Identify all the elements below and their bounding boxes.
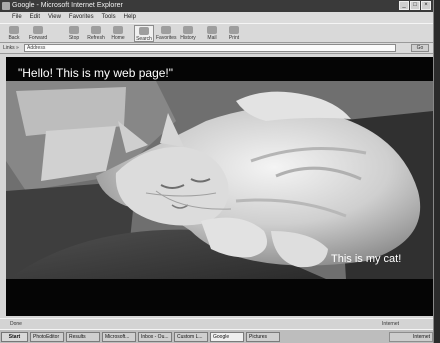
cat-photo — [6, 81, 433, 279]
browser-window: Google - Microsoft Internet Explorer _ □… — [0, 0, 434, 343]
stop-icon — [69, 26, 79, 34]
home-label: Home — [111, 35, 125, 41]
task-results[interactable]: Results — [66, 332, 100, 342]
address-field[interactable]: Address — [24, 44, 396, 52]
forward-arrow-icon — [33, 26, 43, 34]
search-label: Search — [136, 36, 152, 42]
mail-icon — [207, 26, 217, 34]
print-icon — [229, 26, 239, 34]
history-icon — [183, 26, 193, 34]
menu-file[interactable]: File — [12, 12, 22, 23]
menu-edit[interactable]: Edit — [30, 12, 40, 23]
title-bar: Google - Microsoft Internet Explorer _ □… — [0, 0, 433, 12]
refresh-label: Refresh — [87, 35, 105, 41]
window-controls: _ □ × — [399, 1, 431, 10]
forward-label: Forward — [28, 35, 48, 41]
history-label: History — [180, 35, 196, 41]
maximize-button[interactable]: □ — [410, 1, 420, 10]
forward-button[interactable]: Forward — [28, 25, 48, 42]
menu-bar: File Edit View Favorites Tools Help — [0, 12, 433, 23]
home-icon — [113, 26, 123, 34]
search-icon — [139, 27, 149, 35]
mail-button[interactable]: Mail — [202, 25, 222, 42]
page-viewport: "Hello! This is my web page!" This is my… — [6, 57, 433, 316]
task-inbox[interactable]: Inbox - Ou... — [138, 332, 172, 342]
print-label: Print — [228, 35, 240, 41]
window-title: Google - Microsoft Internet Explorer — [12, 2, 123, 9]
task-google[interactable]: Google — [210, 332, 244, 342]
go-button[interactable]: Go — [411, 44, 429, 52]
task-microsoft[interactable]: Microsoft... — [102, 332, 136, 342]
security-zone: Internet — [382, 321, 399, 327]
menu-view[interactable]: View — [48, 12, 61, 23]
start-button[interactable]: Start — [1, 332, 28, 342]
stop-label: Stop — [68, 35, 80, 41]
task-photoeditor[interactable]: PhotoEditor — [30, 332, 64, 342]
history-button[interactable]: History — [178, 25, 198, 42]
address-bar: Links » Address Go — [0, 43, 433, 54]
back-button[interactable]: Back — [4, 25, 24, 42]
screen: Google - Microsoft Internet Explorer _ □… — [0, 0, 440, 343]
system-tray: Internet — [389, 332, 433, 342]
cat-caption: This is my cat! — [331, 253, 402, 265]
refresh-icon — [91, 26, 101, 34]
stop-button[interactable]: Stop — [64, 25, 84, 42]
task-custom[interactable]: Custom L... — [174, 332, 208, 342]
page-edge — [434, 0, 440, 343]
home-button[interactable]: Home — [108, 25, 128, 42]
taskbar: Start PhotoEditor Results Microsoft... I… — [0, 329, 433, 343]
back-label: Back — [8, 35, 20, 41]
menu-tools[interactable]: Tools — [102, 12, 116, 23]
print-button[interactable]: Print — [224, 25, 244, 42]
refresh-button[interactable]: Refresh — [86, 25, 106, 42]
mail-label: Mail — [207, 35, 217, 41]
close-button[interactable]: × — [421, 1, 431, 10]
page-heading: "Hello! This is my web page!" — [18, 66, 174, 80]
menu-help[interactable]: Help — [124, 12, 136, 23]
status-text: Done — [10, 321, 22, 327]
minimize-button[interactable]: _ — [399, 1, 409, 10]
task-pictures[interactable]: Pictures — [246, 332, 280, 342]
status-bar: Done Internet — [0, 318, 433, 329]
ie-icon — [2, 2, 10, 10]
star-icon — [161, 26, 171, 34]
links-label[interactable]: Links » — [3, 45, 19, 51]
favorites-button[interactable]: Favorites — [156, 25, 177, 42]
search-button[interactable]: Search — [134, 25, 154, 42]
back-arrow-icon — [9, 26, 19, 34]
toolbar: Back Forward Stop Refresh Home Search Fa… — [0, 23, 433, 43]
favorites-label: Favorites — [156, 35, 177, 41]
menu-favorites[interactable]: Favorites — [69, 12, 94, 23]
